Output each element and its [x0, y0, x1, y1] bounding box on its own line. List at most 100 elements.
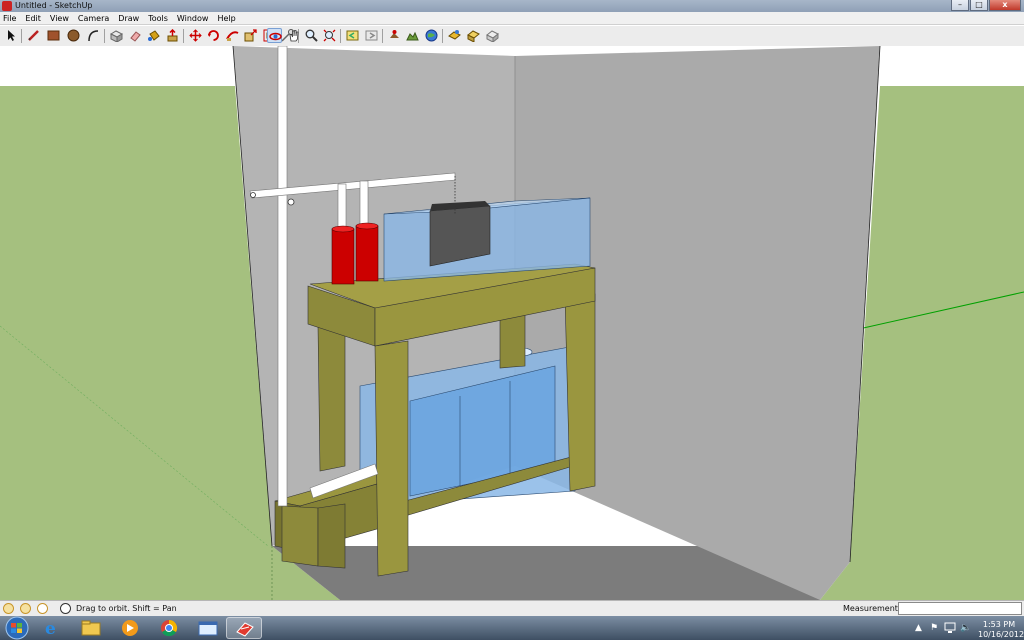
push-pull-tool[interactable] — [165, 28, 180, 43]
move-tool[interactable] — [188, 28, 203, 43]
taskbar-sketchup-button[interactable] — [226, 617, 262, 639]
toggle-terrain-icon — [406, 31, 419, 41]
taskbar: e ▲ ⚑ 🔈 — [0, 616, 1024, 640]
pencil-line-tool[interactable] — [26, 28, 41, 43]
menu-view[interactable]: View — [50, 14, 69, 23]
sketchup-icon — [236, 622, 254, 637]
menu-tools[interactable]: Tools — [148, 14, 168, 23]
toolbar-separator — [21, 29, 22, 43]
paint-bucket-tool[interactable] — [146, 28, 161, 43]
preview-google-earth-icon — [486, 30, 499, 42]
rectangle-icon — [47, 30, 60, 41]
leg-back-left — [317, 323, 346, 472]
pipe-joint — [287, 198, 295, 206]
toolbar-separator — [104, 29, 105, 43]
leg-front-right — [374, 340, 409, 577]
sketchup-app-icon[interactable] — [2, 1, 12, 11]
start-button[interactable] — [1, 616, 33, 640]
leg-front-left — [281, 505, 319, 567]
credits-icon[interactable] — [20, 603, 31, 614]
canister-pipe-1 — [337, 183, 347, 230]
toolbar-separator — [442, 29, 443, 43]
zoom-icon — [305, 29, 318, 42]
orbit-tool[interactable] — [267, 28, 282, 43]
status-bar: Drag to orbit. Shift = Pan Measurements — [0, 600, 1024, 617]
zoom-extents-icon — [323, 29, 336, 42]
leg-back-right — [564, 293, 596, 492]
menu-edit[interactable]: Edit — [25, 14, 41, 23]
red-canister-1-top — [331, 225, 355, 233]
next-view-tool[interactable] — [364, 28, 379, 43]
main-toolbar — [0, 26, 1024, 47]
leg-rear-mid — [499, 313, 526, 369]
rotate-icon — [208, 30, 219, 41]
media-player-icon — [122, 620, 138, 636]
tray-expand-icon[interactable]: ▲ — [915, 623, 922, 633]
chrome-icon — [161, 619, 178, 637]
zoom-extents-tool[interactable] — [322, 28, 337, 43]
rotate-tool[interactable] — [206, 28, 221, 43]
previous-view-icon — [346, 30, 359, 41]
follow-me-icon — [226, 31, 239, 41]
push-pull-icon — [167, 29, 178, 42]
geo-location-icon[interactable] — [3, 603, 14, 614]
select-tool[interactable] — [4, 28, 19, 43]
menu-window[interactable]: Window — [177, 14, 209, 23]
get-models-tool[interactable] — [424, 28, 439, 43]
rectangle-tool[interactable] — [46, 28, 61, 43]
menu-help[interactable]: Help — [217, 14, 235, 23]
volume-icon[interactable]: 🔈 — [960, 623, 971, 633]
taskbar-chrome-button[interactable] — [151, 617, 187, 639]
close-button[interactable]: x — [989, 0, 1021, 11]
add-location-tool[interactable] — [387, 28, 402, 43]
pan-tool[interactable] — [286, 28, 301, 43]
eraser-tool[interactable] — [128, 28, 143, 43]
pan-icon — [289, 30, 299, 42]
canister-pipe-2 — [359, 180, 369, 227]
share-model-tool[interactable] — [447, 28, 462, 43]
menu-camera[interactable]: Camera — [78, 14, 109, 23]
status-text: Drag to orbit. Shift = Pan — [76, 604, 177, 613]
maximize-button[interactable]: □ — [970, 0, 988, 11]
clock-date[interactable]: 10/16/2012 — [978, 630, 1024, 639]
network-icon[interactable] — [944, 622, 956, 634]
make-component-tool[interactable] — [109, 28, 124, 43]
next-view-icon — [365, 30, 378, 41]
model-viewport[interactable] — [0, 46, 1024, 600]
get-photo-texture-tool[interactable] — [466, 28, 481, 43]
leg-front-left-side — [317, 503, 346, 569]
explorer-icon — [81, 620, 101, 636]
toggle-terrain-tool[interactable] — [405, 28, 420, 43]
taskbar-explorer-button[interactable] — [73, 617, 109, 639]
follow-me-tool[interactable] — [225, 28, 240, 43]
scale-tool[interactable] — [243, 28, 258, 43]
red-canister-2-top — [355, 222, 379, 230]
taskbar-window-button[interactable] — [190, 617, 226, 639]
menu-draw[interactable]: Draw — [118, 14, 139, 23]
red-canister-1 — [331, 228, 355, 285]
preview-google-earth-tool[interactable] — [485, 28, 500, 43]
menu-bar: File Edit View Camera Draw Tools Window … — [0, 12, 1024, 25]
toolbar-separator — [340, 29, 341, 43]
action-center-flag-icon[interactable]: ⚑ — [930, 623, 938, 633]
clock-time[interactable]: 1:53 PM — [978, 620, 1020, 629]
taskbar-ie-button[interactable]: e — [34, 617, 70, 639]
circle-icon — [67, 29, 80, 42]
menu-file[interactable]: File — [3, 14, 16, 23]
pencil-line-icon — [28, 30, 39, 41]
taskbar-media-player-button[interactable] — [112, 617, 148, 639]
help-icon[interactable] — [60, 603, 71, 614]
measurements-label: Measurements — [843, 604, 903, 613]
measurements-input[interactable] — [898, 602, 1022, 615]
share-model-icon — [448, 30, 461, 40]
minimize-button[interactable]: – — [951, 0, 969, 11]
paint-bucket-icon — [148, 30, 160, 41]
previous-view-tool[interactable] — [345, 28, 360, 43]
eraser-icon — [130, 31, 141, 42]
make-component-icon — [110, 30, 123, 42]
user-icon[interactable] — [37, 603, 48, 614]
arc-tool[interactable] — [86, 28, 101, 43]
zoom-tool[interactable] — [304, 28, 319, 43]
orbit-icon — [269, 32, 282, 41]
circle-tool[interactable] — [66, 28, 81, 43]
